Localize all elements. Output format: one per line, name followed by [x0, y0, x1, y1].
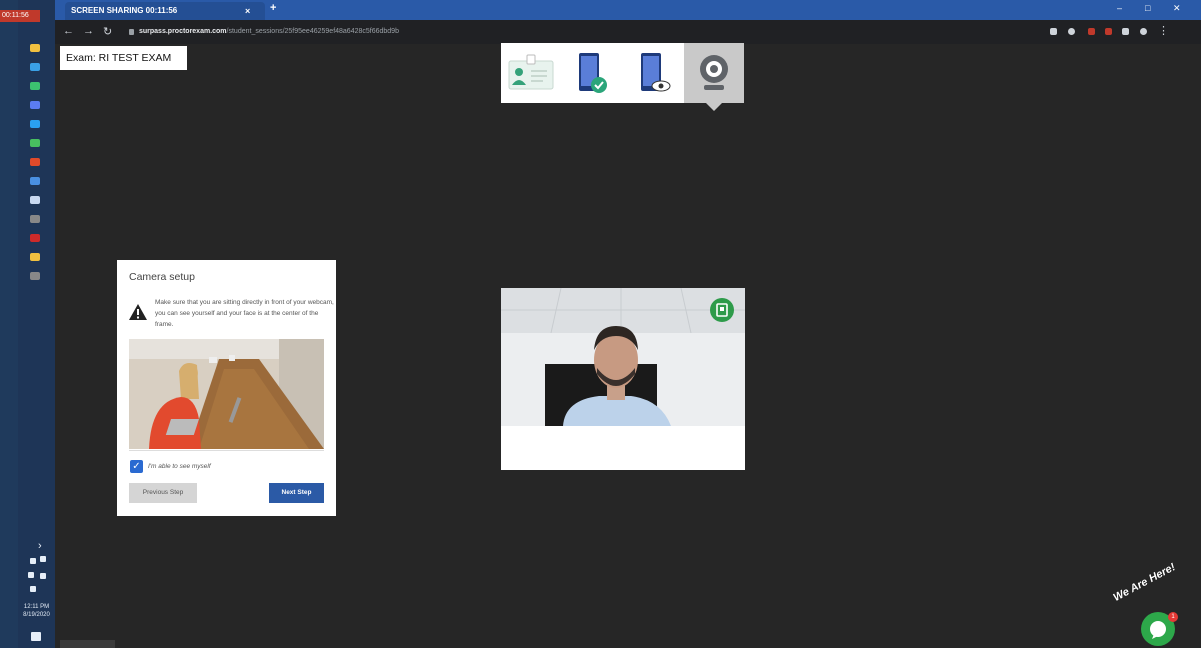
url-host: surpass.proctorexam.com: [139, 28, 227, 35]
taskbar-app-icon[interactable]: [30, 253, 40, 261]
phone-eye-icon: [641, 53, 671, 92]
webcam-video-image: [501, 288, 745, 426]
example-photo-illustration: [129, 339, 324, 449]
dialog-title: Camera setup: [129, 271, 195, 283]
bookmark-star-icon[interactable]: [1068, 28, 1075, 35]
taskbar-app-icon[interactable]: [30, 177, 40, 185]
wifi-icon[interactable]: [40, 573, 46, 579]
taskbar-app-icon[interactable]: [30, 234, 40, 242]
back-arrow-icon[interactable]: ←: [63, 25, 74, 37]
browser-toolbar: ← → ↻ surpass.proctorexam.com/student_se…: [55, 20, 1201, 44]
camera-check-icon: [716, 303, 728, 317]
taskbar-clock[interactable]: 12:11 PM 8/19/2020: [18, 603, 55, 619]
taskbar-app-icon[interactable]: [30, 196, 40, 204]
taskbar-app-icon[interactable]: [30, 215, 40, 223]
webcam-video-feed: [501, 288, 745, 426]
tab-close-icon[interactable]: ×: [245, 2, 250, 20]
extension-icon[interactable]: [1088, 28, 1095, 35]
warning-icon: [129, 304, 147, 320]
webcam-icon: [700, 55, 728, 90]
profile-avatar-icon[interactable]: [1140, 28, 1147, 35]
taskbar-app-icon[interactable]: [30, 44, 40, 52]
recording-badge: 00:11:56: [0, 10, 40, 22]
step-id-check: [501, 43, 561, 103]
url-path: /student_sessions/25f95ee46259ef48a6428c…: [226, 28, 399, 35]
browser-tab-strip: SCREEN SHARING 00:11:56 × + – □ ✕: [55, 0, 1201, 20]
example-photo: [129, 339, 324, 449]
taskbar-app-icon[interactable]: [30, 63, 40, 71]
clock-time: 12:11 PM: [23, 604, 50, 610]
tab-title: SCREEN SHARING 00:11:56: [71, 6, 178, 15]
chat-widget-label[interactable]: We Are Here!: [1111, 561, 1177, 604]
next-step-button[interactable]: Next Step: [269, 483, 324, 503]
step-camera-setup: [684, 43, 744, 103]
new-tab-button[interactable]: +: [270, 2, 276, 14]
window-close-button[interactable]: ✕: [1173, 3, 1181, 14]
minimize-button[interactable]: –: [1117, 3, 1122, 13]
taskbar-panel: [18, 0, 55, 648]
volume-icon[interactable]: [28, 572, 34, 578]
setup-steps: [501, 43, 744, 103]
notification-center-icon[interactable]: [31, 632, 41, 641]
extension-icon[interactable]: [1105, 28, 1112, 35]
show-hidden-icons-chevron[interactable]: ›: [38, 540, 42, 552]
download-shelf-item[interactable]: [60, 640, 115, 648]
setup-instructions: Make sure that you are sitting directly …: [155, 299, 334, 328]
network-icon[interactable]: [30, 558, 36, 564]
taskbar-app-icon[interactable]: [30, 272, 40, 280]
taskbar-app-icon[interactable]: [30, 120, 40, 128]
clock-date: 8/19/2020: [23, 612, 50, 618]
step-phone-position: [623, 43, 683, 103]
see-myself-checkbox[interactable]: ✓: [130, 460, 143, 473]
forward-arrow-icon[interactable]: →: [83, 25, 94, 37]
phone-check-icon: [579, 53, 607, 93]
address-bar[interactable]: surpass.proctorexam.com/student_sessions…: [125, 24, 1095, 40]
battery-icon[interactable]: [40, 556, 46, 562]
checkbox-label: I'm able to see myself: [148, 463, 211, 470]
taskbar-app-icon[interactable]: [30, 101, 40, 109]
lock-icon: [129, 29, 134, 35]
active-step-pointer: [706, 103, 722, 111]
browser-tab[interactable]: SCREEN SHARING 00:11:56 ×: [65, 2, 265, 20]
reload-icon[interactable]: ↻: [103, 25, 112, 38]
previous-step-button[interactable]: Previous Step: [129, 483, 197, 503]
keyboard-icon[interactable]: [30, 586, 36, 592]
chat-notification-badge: 1: [1168, 612, 1178, 622]
camera-active-badge: [710, 298, 734, 322]
browser-menu-icon[interactable]: ⋮: [1158, 24, 1169, 37]
taskbar-app-icon[interactable]: [30, 82, 40, 90]
camera-indicator-icon[interactable]: [1050, 28, 1057, 35]
camera-setup-dialog: Camera setup Make sure that you are sitt…: [117, 260, 336, 516]
taskbar-app-icon[interactable]: [30, 158, 40, 166]
id-card-icon: [508, 54, 554, 90]
extensions-puzzle-icon[interactable]: [1122, 28, 1129, 35]
webcam-preview: [501, 288, 745, 470]
exam-title: Exam: RI TEST EXAM: [60, 46, 187, 70]
step-phone-connected: [561, 43, 621, 103]
divider: [129, 450, 324, 451]
maximize-button[interactable]: □: [1145, 3, 1150, 13]
windows-taskbar: 00:11:56 › 12:11 PM 8/19/2020: [0, 0, 55, 648]
taskbar-app-icon[interactable]: [30, 139, 40, 147]
